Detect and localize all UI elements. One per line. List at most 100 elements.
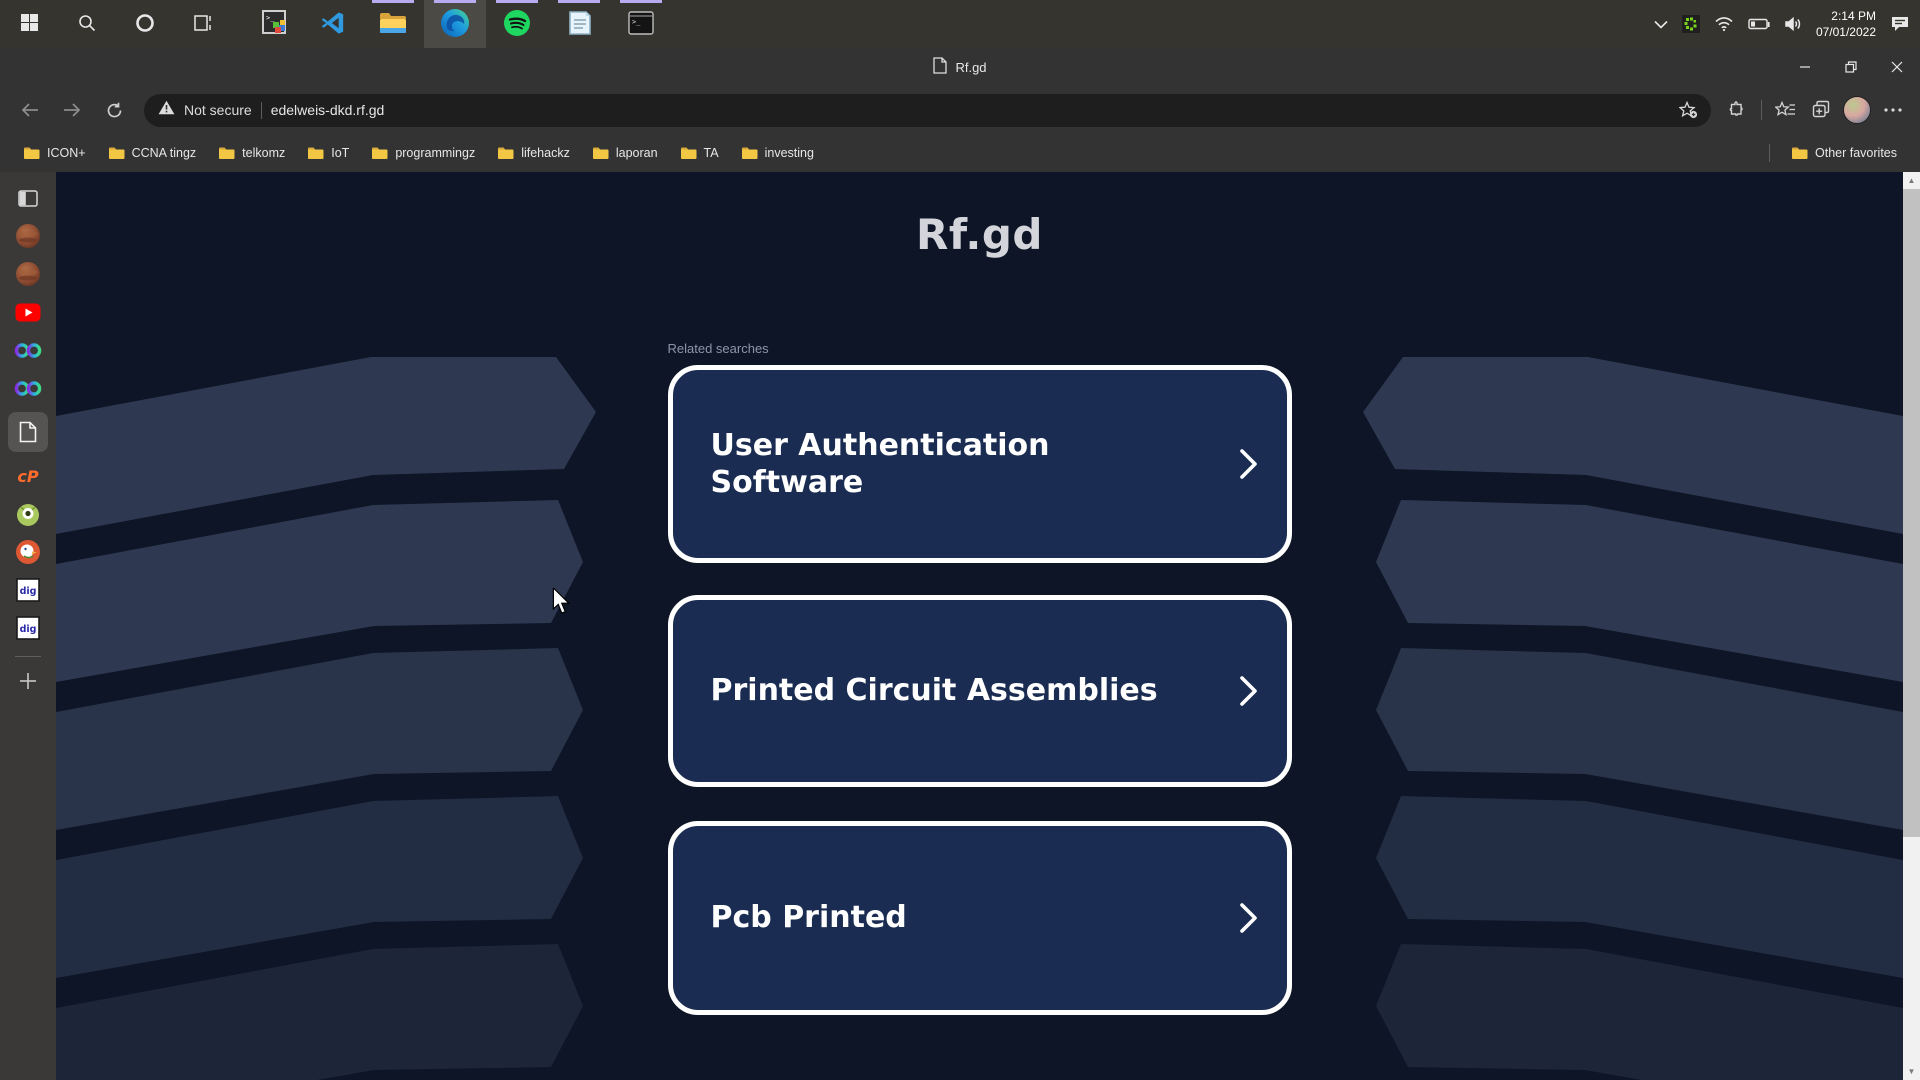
- tab-youtube-icon[interactable]: [8, 298, 48, 326]
- tab-planet-favicon[interactable]: [8, 222, 48, 250]
- not-secure-warning-icon: [158, 100, 175, 120]
- bookmark-label: telkomz: [242, 146, 285, 160]
- other-favorites-label: Other favorites: [1815, 146, 1897, 160]
- windows-taskbar: >_: [0, 0, 1920, 48]
- chevron-right-icon: [1240, 449, 1257, 479]
- tab-monster-icon[interactable]: [8, 500, 48, 528]
- taskbar-vscode-button[interactable]: [304, 0, 362, 48]
- bookmark-folder[interactable]: investing: [732, 142, 823, 164]
- address-separator: [261, 102, 262, 119]
- extensions-icon[interactable]: [1721, 93, 1755, 127]
- spotify-icon: [503, 9, 531, 40]
- start-button[interactable]: [0, 0, 58, 48]
- svg-text:dig: dig: [20, 624, 37, 635]
- related-search-card-user-authentication-software[interactable]: User Authentication Software: [668, 365, 1292, 563]
- bookmark-folder[interactable]: CCNA tingz: [99, 142, 206, 164]
- bookmark-label: ICON+: [47, 146, 86, 160]
- vscode-icon: [320, 10, 346, 39]
- browser-titlebar: Rf.gd: [0, 48, 1920, 86]
- avatar: [1843, 96, 1871, 124]
- battery-icon[interactable]: [1748, 18, 1770, 30]
- url-text: edelweis-dkd.rf.gd: [271, 102, 385, 118]
- card-label: User Authentication Software: [711, 427, 1191, 502]
- back-button[interactable]: [10, 92, 50, 128]
- page-scrollbar[interactable]: ▲ ▼: [1903, 172, 1920, 1080]
- bookmark-label: TA: [704, 146, 719, 160]
- related-searches-label: Related searches: [668, 341, 1292, 356]
- taskbar-edge-button[interactable]: [424, 0, 486, 48]
- wifi-icon[interactable]: [1714, 16, 1734, 32]
- volume-icon[interactable]: [1784, 16, 1802, 32]
- add-favorite-icon[interactable]: [1671, 93, 1705, 127]
- new-tab-button[interactable]: [8, 667, 48, 695]
- card-label: Printed Circuit Assemblies: [711, 672, 1191, 710]
- cortana-button[interactable]: [116, 0, 174, 48]
- bookmark-label: IoT: [331, 146, 349, 160]
- tab-infinity-icon[interactable]: [8, 336, 48, 364]
- page-viewport: Rf.gd Related searches User Authenticati…: [56, 172, 1903, 1080]
- address-bar[interactable]: Not secure edelweis-dkd.rf.gd: [144, 94, 1711, 127]
- taskbar-spotify-button[interactable]: [486, 0, 548, 48]
- collections-icon[interactable]: [1804, 93, 1838, 127]
- card-label: Pcb Printed: [711, 899, 1191, 937]
- taskbar-file-explorer-button[interactable]: [362, 0, 424, 48]
- svg-text:dig: dig: [20, 586, 37, 597]
- bookmark-folder-icon-plus[interactable]: ICON+: [14, 142, 95, 164]
- bookmark-folder[interactable]: laporan: [583, 142, 667, 164]
- tab-infinity-icon[interactable]: [8, 374, 48, 402]
- glasswire-tray-icon[interactable]: [1682, 15, 1700, 33]
- tab-dig-icon[interactable]: dig: [8, 576, 48, 604]
- cortana-icon: [135, 13, 155, 36]
- tray-clock[interactable]: 2:14 PM 07/01/2022: [1816, 8, 1876, 40]
- bookmark-folder[interactable]: telkomz: [209, 142, 294, 164]
- bookmark-label: programmingz: [395, 146, 475, 160]
- taskbar-terminal-button[interactable]: >_: [610, 0, 672, 48]
- taskbar-notepad-button[interactable]: [548, 0, 610, 48]
- task-view-button[interactable]: [174, 0, 232, 48]
- profile-avatar[interactable]: [1840, 93, 1874, 127]
- svg-text:>_: >_: [632, 18, 641, 26]
- bookmarks-bar: ICON+ CCNA tingz telkomz IoT programming…: [0, 134, 1920, 172]
- tray-date: 07/01/2022: [1816, 24, 1876, 40]
- browser-toolbar: Not secure edelweis-dkd.rf.gd: [0, 86, 1920, 134]
- system-tray: 2:14 PM 07/01/2022: [1654, 0, 1920, 48]
- terminal-icon: >_: [628, 11, 654, 38]
- tab-cpanel-icon[interactable]: cP: [8, 462, 48, 490]
- related-search-card-printed-circuit-assemblies[interactable]: Printed Circuit Assemblies: [668, 595, 1292, 787]
- tab-planet-favicon[interactable]: [8, 260, 48, 288]
- action-center-icon[interactable]: [1890, 15, 1910, 33]
- bookmark-label: lifehackz: [521, 146, 570, 160]
- scrollbar-thumb[interactable]: [1903, 189, 1920, 837]
- forward-button[interactable]: [52, 92, 92, 128]
- favorites-icon[interactable]: [1768, 93, 1802, 127]
- svg-text:>_: >_: [266, 14, 275, 22]
- chevron-right-icon: [1240, 903, 1257, 933]
- bookmark-folder[interactable]: TA: [671, 142, 728, 164]
- tab-dig-icon[interactable]: dig: [8, 614, 48, 642]
- tab-title-text: Rf.gd: [955, 60, 986, 75]
- toolbar-separator: [1761, 100, 1762, 120]
- vertical-tabs-sidebar: cP dig dig: [0, 172, 56, 1080]
- security-label: Not secure: [184, 102, 252, 118]
- hidden-icons-chevron[interactable]: [1654, 20, 1668, 29]
- taskbar-search-button[interactable]: [58, 0, 116, 48]
- other-favorites-folder[interactable]: Other favorites: [1782, 142, 1906, 164]
- related-search-card-pcb-printed[interactable]: Pcb Printed: [668, 821, 1292, 1015]
- tray-time: 2:14 PM: [1816, 8, 1876, 24]
- active-tab-title[interactable]: Rf.gd: [0, 48, 1920, 86]
- edge-icon: [440, 8, 470, 41]
- bookmark-folder[interactable]: lifehackz: [488, 142, 579, 164]
- bookmark-folder[interactable]: IoT: [298, 142, 358, 164]
- notepad-icon: [566, 9, 592, 40]
- vertical-tabs-toggle-icon[interactable]: [8, 184, 48, 212]
- scrollbar-up-arrow[interactable]: ▲: [1903, 172, 1920, 189]
- tab-current-page-icon[interactable]: [8, 412, 48, 452]
- scrollbar-down-arrow[interactable]: ▼: [1903, 1063, 1920, 1080]
- file-explorer-icon: [379, 11, 407, 38]
- bookmark-folder[interactable]: programmingz: [362, 142, 484, 164]
- tab-duckduckgo-icon[interactable]: [8, 538, 48, 566]
- settings-menu-icon[interactable]: [1876, 93, 1910, 127]
- refresh-button[interactable]: [94, 92, 134, 128]
- taskbar-console-app-button[interactable]: >_: [246, 0, 304, 48]
- bookmark-label: investing: [765, 146, 814, 160]
